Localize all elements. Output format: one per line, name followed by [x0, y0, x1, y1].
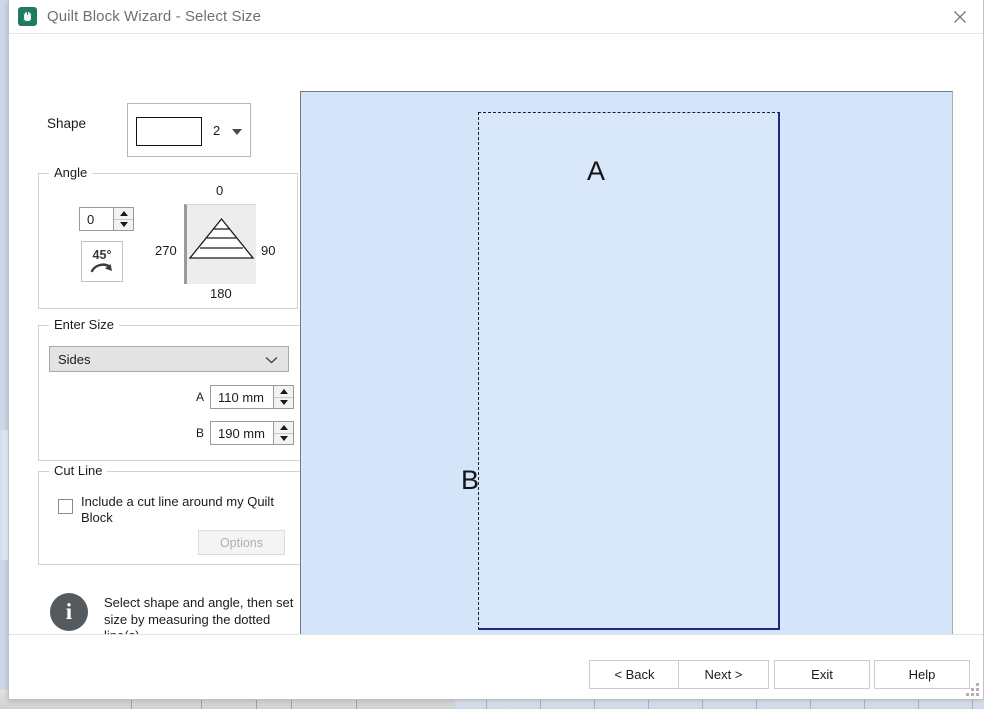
close-button[interactable] [937, 0, 983, 33]
footer-bar: < Back Next > Exit Help [9, 634, 983, 699]
enter-size-group: Enter Size Sides A 110 mm B 190 mm [38, 317, 301, 461]
cut-line-options-button: Options [198, 530, 285, 555]
quilt-block-shape-preview [478, 112, 780, 630]
size-field-a-value[interactable]: 110 mm [211, 386, 273, 408]
angle-spin-buttons [113, 208, 133, 230]
window-title: Quilt Block Wizard - Select Size [47, 8, 262, 25]
resize-grip-icon[interactable] [966, 683, 980, 697]
shape-label: Shape [47, 116, 87, 131]
quilt-block-wizard-dialog: Quilt Block Wizard - Select Size Shape 2 [8, 0, 984, 700]
spinner-down-icon[interactable] [114, 220, 133, 231]
size-mode-select[interactable]: Sides [49, 346, 289, 372]
rotate-clockwise-icon [90, 263, 112, 273]
angle-dial[interactable] [184, 204, 256, 284]
title-bar: Quilt Block Wizard - Select Size [9, 0, 983, 34]
next-button[interactable]: Next > [678, 660, 769, 689]
back-button[interactable]: < Back [589, 660, 680, 689]
angle-dial-label-top: 0 [216, 183, 224, 198]
chevron-down-icon [265, 356, 278, 364]
spinner-down-icon[interactable] [274, 434, 293, 445]
size-field-b-input[interactable]: 190 mm [210, 421, 294, 445]
block-preview-canvas[interactable]: A B [300, 91, 953, 647]
angle-dial-label-left: 270 [155, 243, 177, 258]
size-field-b-row: B 190 mm [49, 421, 294, 445]
info-icon: i [50, 593, 88, 631]
angle-value[interactable]: 0 [80, 208, 113, 230]
chevron-down-icon [232, 129, 242, 135]
angle-dial-label-right: 90 [261, 243, 276, 258]
cut-line-checkbox[interactable] [58, 499, 73, 514]
help-button[interactable]: Help [874, 660, 970, 689]
cut-line-group: Cut Line Include a cut line around my Qu… [38, 463, 301, 565]
shape-selector[interactable]: 2 [127, 103, 251, 157]
shape-row: Shape 2 [21, 95, 303, 157]
size-field-b-value[interactable]: 190 mm [211, 422, 273, 444]
angle-stepper[interactable]: 0 [79, 207, 134, 231]
spinner-up-icon[interactable] [274, 422, 293, 434]
dimension-label-b: B [461, 465, 480, 495]
rotate-45-button[interactable]: 45° [81, 241, 123, 282]
settings-panel: Shape 2 Angle 0 45° 0 90 180 270 Enter S… [21, 34, 303, 651]
quilt-block-wizard-icon [18, 7, 37, 26]
angle-dial-wrapper: 0 90 180 270 [155, 179, 287, 305]
size-field-b-label: B [196, 426, 205, 440]
cut-line-group-title: Cut Line [49, 463, 108, 478]
angle-dial-pyramid-icon [188, 217, 255, 259]
size-field-a-input[interactable]: 110 mm [210, 385, 294, 409]
spinner-up-icon[interactable] [114, 208, 133, 220]
shape-value: 2 [213, 123, 221, 138]
size-field-b-spin-buttons [273, 422, 293, 444]
cut-line-checkbox-label[interactable]: Include a cut line around my Quilt Block [81, 494, 286, 526]
angle-group-title: Angle [49, 165, 93, 180]
size-field-a-row: A 110 mm [49, 385, 294, 409]
close-icon [954, 10, 966, 23]
size-field-a-label: A [196, 390, 205, 404]
angle-group: Angle 0 45° 0 90 180 270 [38, 165, 298, 309]
spinner-down-icon[interactable] [274, 398, 293, 409]
dialog-body: Shape 2 Angle 0 45° 0 90 180 270 Enter S… [9, 34, 983, 651]
dimension-label-a: A [587, 156, 606, 186]
size-field-a-spin-buttons [273, 386, 293, 408]
rectangle-shape-preview-icon [136, 117, 202, 146]
enter-size-group-title: Enter Size [49, 317, 119, 332]
spinner-up-icon[interactable] [274, 386, 293, 398]
exit-button[interactable]: Exit [774, 660, 870, 689]
angle-dial-label-bottom: 180 [210, 286, 232, 301]
size-mode-value: Sides [58, 351, 91, 367]
